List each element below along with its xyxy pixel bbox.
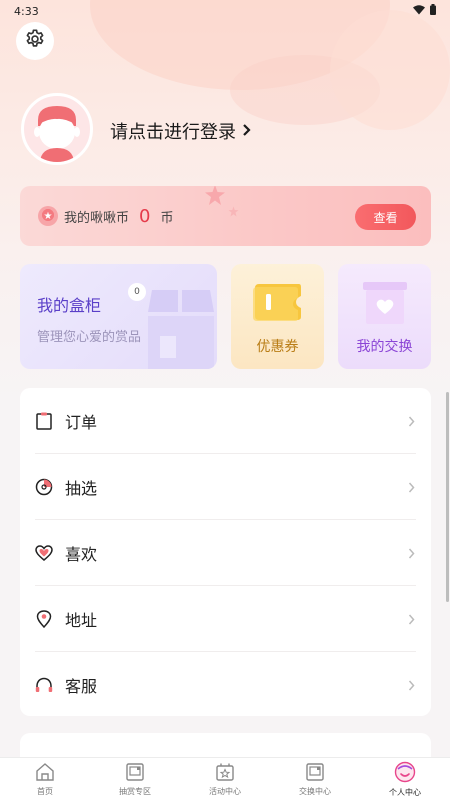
avatar[interactable] bbox=[21, 93, 93, 165]
chevron-right-icon bbox=[408, 412, 415, 431]
login-link[interactable]: 请点击进行登录 bbox=[110, 118, 251, 144]
menu-item-draws[interactable]: 抽选 bbox=[20, 454, 431, 520]
status-bar: 4:33 bbox=[0, 0, 450, 22]
menu-item-label: 喜欢 bbox=[65, 545, 98, 564]
menu-item-favorites[interactable]: 喜欢 bbox=[20, 520, 431, 586]
menu-item-label: 订单 bbox=[65, 413, 98, 432]
menu-item-label: 地址 bbox=[65, 611, 98, 630]
my-box-title: 我的盒柜 bbox=[37, 296, 102, 315]
headset-icon bbox=[35, 676, 53, 694]
menu-item-address[interactable]: 地址 bbox=[20, 586, 431, 652]
tab-event-center[interactable]: 活动中心 bbox=[180, 758, 270, 800]
tab-label: 个人中心 bbox=[389, 787, 421, 797]
my-box-card[interactable]: 我的盒柜 0 管理您心爱的赏品 bbox=[20, 264, 217, 369]
view-coins-button[interactable]: 查看 bbox=[355, 204, 416, 230]
tab-label: 交换中心 bbox=[299, 786, 331, 796]
my-exchange-card[interactable]: 我的交换 bbox=[338, 264, 431, 369]
home-icon bbox=[35, 762, 55, 784]
tab-prize-zone[interactable]: 抽赏专区 bbox=[90, 758, 180, 800]
my-box-subtitle: 管理您心爱的赏品 bbox=[37, 330, 142, 345]
coupon-label: 优惠券 bbox=[256, 339, 299, 355]
event-icon bbox=[215, 762, 235, 784]
chevron-right-icon bbox=[242, 121, 251, 142]
location-icon bbox=[35, 610, 53, 628]
tab-label: 首页 bbox=[37, 786, 53, 796]
tab-exchange-center[interactable]: 交换中心 bbox=[270, 758, 360, 800]
star-decoration-icon bbox=[228, 206, 239, 217]
chevron-right-icon bbox=[408, 478, 415, 497]
login-prompt: 请点击进行登录 bbox=[110, 122, 236, 143]
exchange-label: 我的交换 bbox=[356, 339, 413, 355]
coin-label: 我的啾啾币 bbox=[64, 210, 130, 226]
menu-item-label: 客服 bbox=[65, 677, 98, 696]
chevron-right-icon bbox=[408, 544, 415, 563]
box-count-badge: 0 bbox=[128, 283, 146, 301]
tab-profile[interactable]: 个人中心 bbox=[360, 758, 450, 800]
star-decoration-icon bbox=[205, 186, 225, 205]
tab-home[interactable]: 首页 bbox=[0, 758, 90, 800]
coin-balance-card: ★ 我的啾啾币 0 币 查看 bbox=[20, 186, 431, 246]
gift-box-icon bbox=[363, 282, 407, 330]
gear-icon bbox=[24, 28, 46, 54]
menu-item-customer-service[interactable]: 客服 bbox=[20, 652, 431, 718]
coin-icon: ★ bbox=[38, 206, 58, 226]
tab-label: 活动中心 bbox=[209, 786, 241, 796]
scrollbar-thumb[interactable] bbox=[446, 392, 449, 602]
profile-icon bbox=[394, 761, 416, 785]
menu-item-label: 抽选 bbox=[65, 479, 98, 498]
wifi-icon bbox=[413, 4, 425, 18]
tab-label: 抽赏专区 bbox=[119, 786, 151, 796]
status-time: 4:33 bbox=[14, 4, 39, 18]
exchange-icon bbox=[305, 762, 325, 784]
menu-item-orders[interactable]: 订单 bbox=[20, 388, 431, 454]
box-decoration-icon bbox=[148, 290, 214, 369]
bottom-tab-bar: 首页 抽赏专区 活动中心 交换中心 个人中心 bbox=[0, 757, 450, 800]
chevron-right-icon bbox=[408, 610, 415, 629]
heart-icon bbox=[35, 544, 53, 562]
settings-button[interactable] bbox=[16, 22, 54, 60]
coin-value: 0 bbox=[139, 205, 151, 227]
battery-icon bbox=[430, 4, 436, 18]
chevron-right-icon bbox=[408, 676, 415, 695]
clipboard-icon bbox=[35, 412, 53, 430]
coin-unit: 币 bbox=[160, 210, 174, 226]
draw-icon bbox=[35, 478, 53, 496]
prize-icon bbox=[125, 762, 145, 784]
coupon-card[interactable]: 优惠券 bbox=[231, 264, 324, 369]
menu-card: 订单 抽选 喜欢 地址 客服 bbox=[20, 388, 431, 716]
ticket-icon bbox=[251, 282, 303, 326]
